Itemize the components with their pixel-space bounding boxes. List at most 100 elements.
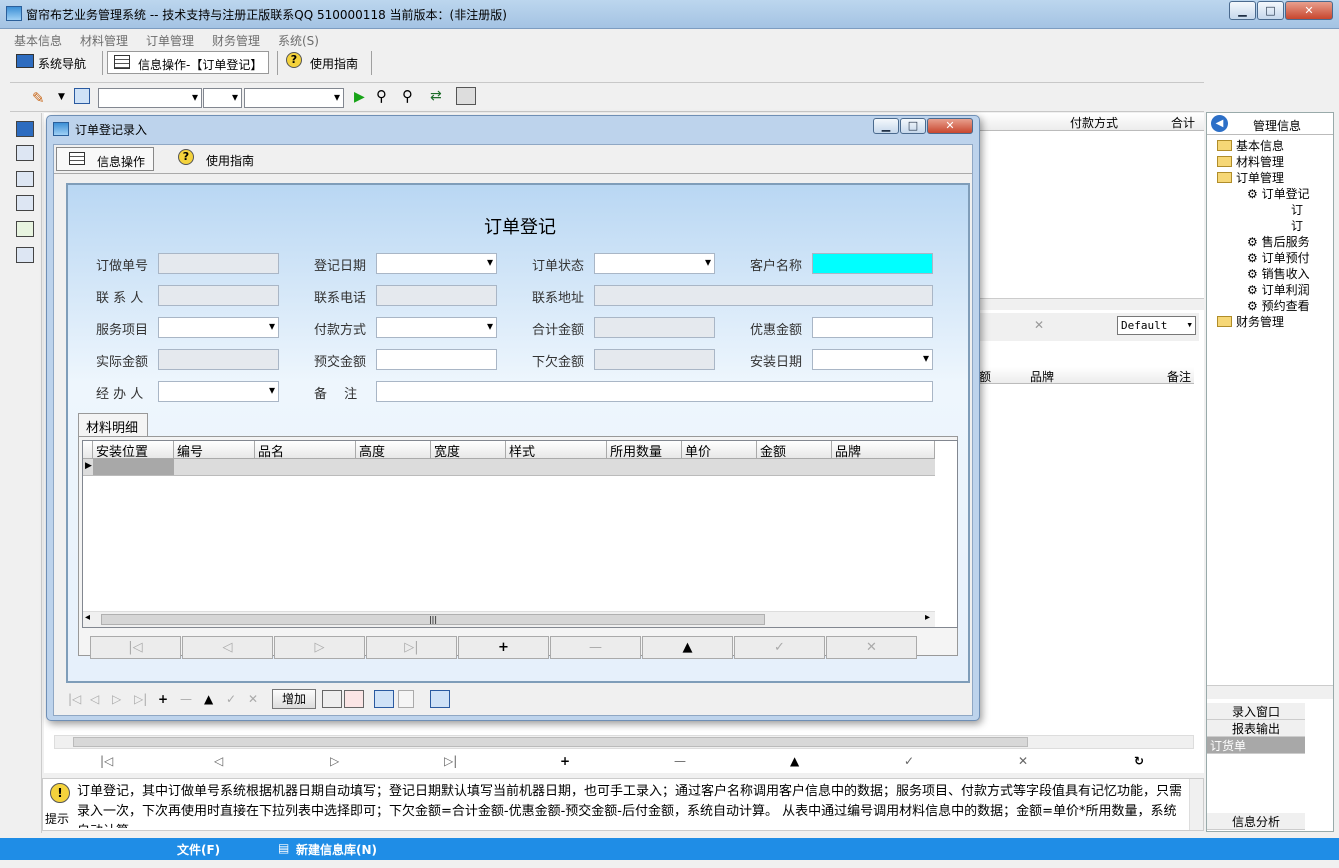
bottom-edit[interactable]: ▲ <box>204 692 213 706</box>
bottom-first[interactable]: |◁ <box>68 692 81 706</box>
dialog-maximize-button[interactable]: □ <box>900 118 926 134</box>
pencil-icon[interactable]: ✎ <box>32 89 45 107</box>
find-users-icon[interactable]: ⚲ <box>376 87 387 105</box>
print-icon[interactable] <box>456 87 476 105</box>
menu-basic-info[interactable]: 基本信息 <box>14 32 62 49</box>
nav-insert-button[interactable]: + <box>458 636 549 659</box>
refresh-icon[interactable]: ↻ <box>1134 754 1144 768</box>
nav-first-button[interactable]: |◁ <box>90 636 181 659</box>
discount-field[interactable] <box>812 317 933 338</box>
grid-col-height[interactable]: 高度 <box>356 441 431 459</box>
entry-window-button[interactable]: 录入窗口 <box>1207 703 1305 720</box>
list-icon[interactable] <box>16 171 34 187</box>
menu-finance[interactable]: 财务管理 <box>212 32 260 49</box>
tree-node-sub1[interactable]: 订 <box>1291 201 1303 218</box>
menu-order[interactable]: 订单管理 <box>146 32 194 49</box>
status-select[interactable] <box>594 253 715 274</box>
info-button[interactable]: 信息操作-【订单登记】 <box>107 51 270 74</box>
nav-delete-button[interactable]: — <box>550 636 641 659</box>
scroll-left-icon[interactable]: ◂ <box>85 612 90 623</box>
owed-field[interactable] <box>594 349 715 370</box>
bottom-insert[interactable]: + <box>158 692 168 706</box>
grid-col-price[interactable]: 单价 <box>682 441 757 459</box>
total-field[interactable] <box>594 317 715 338</box>
nav-last-button[interactable]: ▷| <box>366 636 457 659</box>
file-menu[interactable]: 文件(F) <box>177 841 220 858</box>
chart-icon[interactable] <box>16 221 34 237</box>
tree-node-after-sales[interactable]: ⚙ 售后服务 <box>1247 233 1310 250</box>
bottom-delete[interactable]: — <box>180 692 192 706</box>
hint-scrollbar[interactable] <box>1189 779 1203 830</box>
grid-scroll-thumb[interactable]: ||| <box>101 614 765 625</box>
minimize-button[interactable]: ▁ <box>1229 1 1256 20</box>
grid-col-style[interactable]: 样式 <box>506 441 607 459</box>
note-icon[interactable] <box>16 247 34 263</box>
add-button[interactable]: 增加 <box>272 689 316 709</box>
tab-info[interactable]: 信息操作 <box>56 147 155 171</box>
value-select[interactable] <box>244 88 344 108</box>
bottom-post[interactable]: ✓ <box>226 692 236 706</box>
nav-cancel-button[interactable]: ✕ <box>826 636 917 659</box>
selected-cell[interactable] <box>93 459 174 475</box>
dialog-close-button[interactable]: ✕ <box>927 118 973 134</box>
pay-method-select[interactable] <box>376 317 497 338</box>
refresh-icon[interactable]: ⇄ <box>430 88 442 104</box>
bg-nav-delete[interactable]: — <box>674 754 686 768</box>
tab-guide[interactable]: ? 使用指南 <box>166 147 262 171</box>
forward-icon[interactable] <box>398 690 414 708</box>
tree-scrollbar[interactable] <box>1207 685 1333 699</box>
find-user-icon[interactable]: ⚲ <box>402 87 413 105</box>
print-preview-icon[interactable] <box>344 690 364 708</box>
tree-node-income[interactable]: ⚙ 销售收入 <box>1247 265 1310 282</box>
bg-nav-cancel[interactable]: ✕ <box>1018 754 1028 768</box>
operator-select[interactable] <box>203 88 242 108</box>
tree-node-sub2[interactable]: 订 <box>1291 217 1303 234</box>
address-field[interactable] <box>594 285 933 306</box>
bg-nav-insert[interactable]: + <box>560 754 570 768</box>
nav-prior-button[interactable]: ◁ <box>182 636 273 659</box>
grid-col-qty[interactable]: 所用数量 <box>607 441 682 459</box>
tree-node-booking[interactable]: ⚙ 预约查看 <box>1247 297 1310 314</box>
zoom-icon[interactable] <box>374 690 394 708</box>
remark-field[interactable] <box>376 381 933 402</box>
layout-select[interactable]: Default ▾ <box>1117 316 1196 335</box>
grid-col-code[interactable]: 编号 <box>174 441 255 459</box>
monitor-icon[interactable] <box>16 121 34 137</box>
close-button[interactable]: ✕ <box>1285 1 1333 20</box>
actual-field[interactable] <box>158 349 279 370</box>
maximize-button[interactable]: □ <box>1257 1 1284 20</box>
table-row[interactable]: ▶ <box>83 459 935 476</box>
purchase-order-button[interactable]: 订货单 <box>1207 737 1305 754</box>
bg-horizontal-scrollbar[interactable] <box>54 735 1194 749</box>
field-select[interactable] <box>98 88 202 108</box>
bg-nav-next[interactable]: ▷ <box>330 754 339 768</box>
bg-nav-edit[interactable]: ▲ <box>790 754 799 768</box>
bg-scrollbar[interactable] <box>974 298 1204 310</box>
search-icon[interactable] <box>430 690 450 708</box>
tab-material-detail[interactable]: 材料明细 <box>78 413 148 437</box>
analysis-button[interactable]: 信息分析 <box>1207 813 1305 830</box>
service-select[interactable] <box>158 317 279 338</box>
nav-next-button[interactable]: ▷ <box>274 636 365 659</box>
handler-select[interactable] <box>158 381 279 402</box>
install-date-picker[interactable] <box>812 349 933 370</box>
nav-button[interactable]: 系统导航 <box>8 51 92 74</box>
grid-col-position[interactable]: 安装位置 <box>93 441 174 459</box>
new-db-menu[interactable]: 新建信息库(N) <box>296 841 377 858</box>
collapse-icon[interactable]: ◀ <box>1211 115 1228 132</box>
nav-post-button[interactable]: ✓ <box>734 636 825 659</box>
chevron-down-icon[interactable]: ▼ <box>58 92 65 102</box>
nav-edit-button[interactable]: ▲ <box>642 636 733 659</box>
bg-nav-prior[interactable]: ◁ <box>214 754 223 768</box>
tree-node-finance[interactable]: 财务管理 <box>1217 313 1284 330</box>
bottom-cancel[interactable]: ✕ <box>248 692 258 706</box>
grid-col-brand[interactable]: 品牌 <box>832 441 935 459</box>
scroll-right-icon[interactable]: ▸ <box>925 612 930 623</box>
grid-col-name[interactable]: 品名 <box>255 441 356 459</box>
report-output-button[interactable]: 报表输出 <box>1207 720 1305 737</box>
bottom-prior[interactable]: ◁ <box>90 692 99 706</box>
document-icon[interactable] <box>16 195 34 211</box>
menu-system[interactable]: 系统(S) <box>278 32 319 49</box>
grid-horizontal-scrollbar[interactable]: ◂ ||| ▸ <box>83 611 935 627</box>
bg-delete-icon[interactable]: ✕ <box>1034 318 1044 332</box>
